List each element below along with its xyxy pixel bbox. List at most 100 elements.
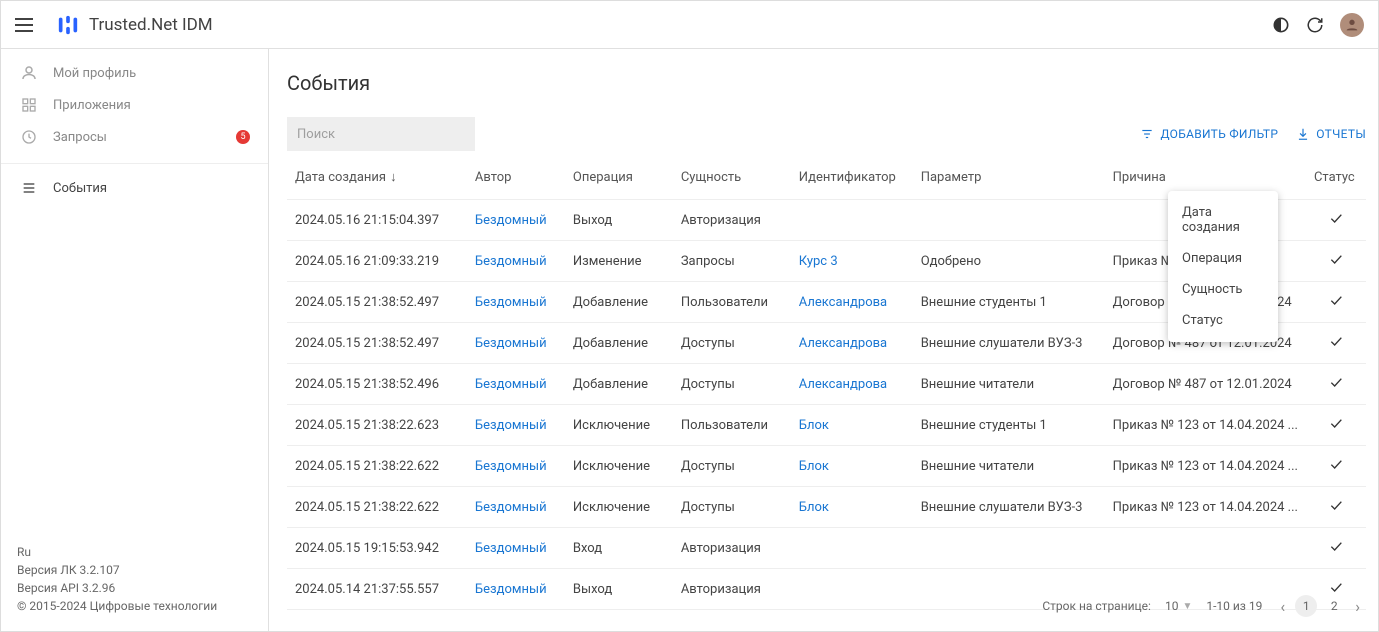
author-link[interactable]: Бездомный bbox=[475, 336, 547, 351]
check-icon bbox=[1328, 210, 1344, 226]
cell-author: Бездомный bbox=[467, 569, 565, 610]
page-2-button[interactable]: 2 bbox=[1323, 595, 1345, 617]
cell-entity: Пользователи bbox=[673, 405, 791, 446]
table-row[interactable]: 2024.05.15 21:38:22.622 Бездомный Исключ… bbox=[287, 446, 1366, 487]
cell-status bbox=[1306, 487, 1366, 528]
col-header-param[interactable]: Параметр bbox=[913, 155, 1105, 200]
cell-param: Внешние слушатели ВУЗ-3 bbox=[913, 487, 1105, 528]
prev-page-button[interactable]: ‹ bbox=[1276, 597, 1289, 616]
table-row[interactable]: 2024.05.15 19:15:53.942 Бездомный Вход А… bbox=[287, 528, 1366, 569]
sidebar-item-profile[interactable]: Мой профиль bbox=[9, 57, 260, 89]
requests-badge: 5 bbox=[236, 130, 250, 144]
page-1-button[interactable]: 1 bbox=[1295, 595, 1317, 617]
cell-status bbox=[1306, 364, 1366, 405]
author-link[interactable]: Бездомный bbox=[475, 295, 547, 310]
filter-option-status[interactable]: Статус bbox=[1168, 305, 1278, 336]
col-header-entity[interactable]: Сущность bbox=[673, 155, 791, 200]
cell-entity: Доступы bbox=[673, 487, 791, 528]
download-icon bbox=[1296, 127, 1310, 141]
cell-entity: Авторизация bbox=[673, 200, 791, 241]
avatar[interactable] bbox=[1340, 13, 1364, 37]
table-row[interactable]: 2024.05.15 21:38:22.623 Бездомный Исключ… bbox=[287, 405, 1366, 446]
sidebar-item-apps[interactable]: Приложения bbox=[9, 89, 260, 121]
refresh-icon[interactable] bbox=[1304, 14, 1326, 36]
cell-date: 2024.05.15 21:38:22.622 bbox=[287, 487, 467, 528]
cell-entity: Доступы bbox=[673, 446, 791, 487]
sidebar-item-label: Мой профиль bbox=[53, 66, 136, 81]
identifier-link[interactable]: Александрова bbox=[799, 336, 887, 351]
identifier-link[interactable]: Блок bbox=[799, 500, 829, 515]
author-link[interactable]: Бездомный bbox=[475, 459, 547, 474]
next-page-button[interactable]: › bbox=[1351, 597, 1364, 616]
filter-option-operation[interactable]: Операция bbox=[1168, 243, 1278, 274]
rows-per-page-label: Строк на странице: bbox=[1042, 599, 1151, 613]
cell-operation: Выход bbox=[565, 569, 673, 610]
cell-identifier bbox=[791, 200, 913, 241]
cell-author: Бездомный bbox=[467, 528, 565, 569]
cell-status bbox=[1306, 241, 1366, 282]
check-icon bbox=[1328, 333, 1344, 349]
author-link[interactable]: Бездомный bbox=[475, 213, 547, 228]
cell-author: Бездомный bbox=[467, 364, 565, 405]
col-header-author[interactable]: Автор bbox=[467, 155, 565, 200]
filter-option-date[interactable]: Дата создания bbox=[1168, 197, 1278, 243]
cell-entity: Авторизация bbox=[673, 569, 791, 610]
cell-identifier: Александрова bbox=[791, 282, 913, 323]
col-header-identifier[interactable]: Идентификатор bbox=[791, 155, 913, 200]
cell-reason: Приказ № 123 от 14.04.2024 ... bbox=[1105, 446, 1306, 487]
footer-lang[interactable]: Ru bbox=[17, 543, 252, 561]
check-icon bbox=[1328, 579, 1344, 595]
clock-icon bbox=[19, 127, 39, 147]
author-link[interactable]: Бездомный bbox=[475, 377, 547, 392]
author-link[interactable]: Бездомный bbox=[475, 254, 547, 269]
pager-range: 1-10 из 19 bbox=[1206, 599, 1262, 613]
cell-author: Бездомный bbox=[467, 405, 565, 446]
check-icon bbox=[1328, 251, 1344, 267]
author-link[interactable]: Бездомный bbox=[475, 500, 547, 515]
rows-per-page-select[interactable]: 10 ▼ bbox=[1165, 599, 1192, 613]
cell-entity: Авторизация bbox=[673, 528, 791, 569]
identifier-link[interactable]: Блок bbox=[799, 459, 829, 474]
cell-author: Бездомный bbox=[467, 200, 565, 241]
sidebar-item-requests[interactable]: Запросы 5 bbox=[9, 121, 260, 153]
author-link[interactable]: Бездомный bbox=[475, 418, 547, 433]
cell-author: Бездомный bbox=[467, 323, 565, 364]
identifier-link[interactable]: Курс 3 bbox=[799, 254, 838, 269]
col-header-status[interactable]: Статус bbox=[1306, 155, 1366, 200]
filter-icon bbox=[1140, 127, 1154, 141]
author-link[interactable]: Бездомный bbox=[475, 541, 547, 556]
add-filter-button[interactable]: ДОБАВИТЬ ФИЛЬТР bbox=[1140, 127, 1278, 141]
cell-identifier: Курс 3 bbox=[791, 241, 913, 282]
search-input[interactable]: Поиск bbox=[287, 117, 475, 151]
cell-operation: Добавление bbox=[565, 323, 673, 364]
col-header-date[interactable]: Дата создания↓ bbox=[287, 155, 467, 200]
cell-date: 2024.05.14 21:37:55.557 bbox=[287, 569, 467, 610]
author-link[interactable]: Бездомный bbox=[475, 582, 547, 597]
list-icon bbox=[19, 178, 39, 198]
footer-copyright: © 2015-2024 Цифровые технологии bbox=[17, 597, 252, 615]
menu-button[interactable] bbox=[15, 13, 39, 37]
cell-param bbox=[913, 528, 1105, 569]
cell-date: 2024.05.15 21:38:52.497 bbox=[287, 282, 467, 323]
table-row[interactable]: 2024.05.15 21:38:22.622 Бездомный Исключ… bbox=[287, 487, 1366, 528]
sidebar-item-events[interactable]: События bbox=[9, 172, 260, 204]
cell-param: Внешние студенты 1 bbox=[913, 405, 1105, 446]
table-row[interactable]: 2024.05.15 21:38:52.496 Бездомный Добавл… bbox=[287, 364, 1366, 405]
cell-reason: Договор № 487 от 12.01.2024 bbox=[1105, 364, 1306, 405]
check-icon bbox=[1328, 292, 1344, 308]
identifier-link[interactable]: Блок bbox=[799, 418, 829, 433]
cell-identifier bbox=[791, 569, 913, 610]
app-title: Trusted.Net IDM bbox=[89, 15, 213, 35]
identifier-link[interactable]: Александрова bbox=[799, 295, 887, 310]
cell-status bbox=[1306, 282, 1366, 323]
cell-entity: Доступы bbox=[673, 323, 791, 364]
cell-author: Бездомный bbox=[467, 487, 565, 528]
theme-toggle-icon[interactable] bbox=[1270, 14, 1292, 36]
filter-option-entity[interactable]: Сущность bbox=[1168, 274, 1278, 305]
cell-date: 2024.05.16 21:09:33.219 bbox=[287, 241, 467, 282]
reports-button[interactable]: ОТЧЕТЫ bbox=[1296, 127, 1366, 141]
cell-reason: Приказ № 123 от 14.04.2024 ... bbox=[1105, 405, 1306, 446]
identifier-link[interactable]: Александрова bbox=[799, 377, 887, 392]
col-header-operation[interactable]: Операция bbox=[565, 155, 673, 200]
cell-operation: Исключение bbox=[565, 405, 673, 446]
